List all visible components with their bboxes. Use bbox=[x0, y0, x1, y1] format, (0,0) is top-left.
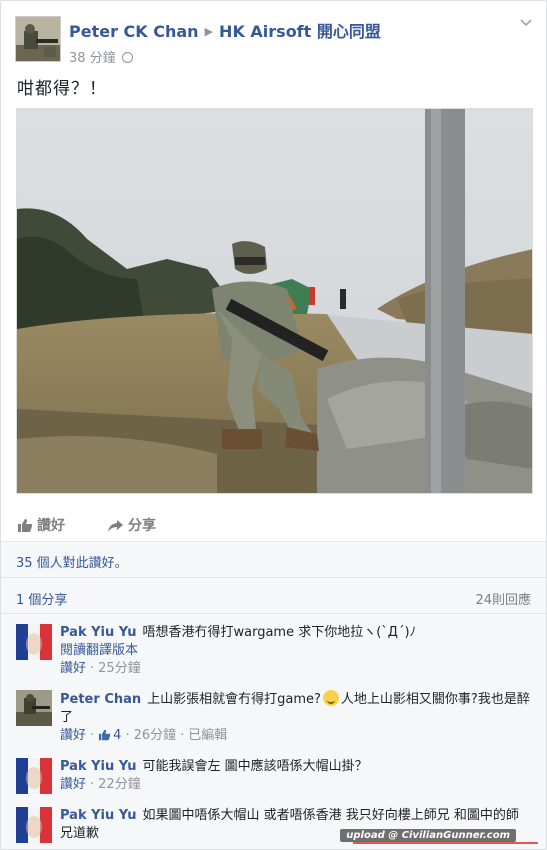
commenter-avatar[interactable] bbox=[16, 690, 52, 726]
share-label: 分享 bbox=[128, 518, 156, 534]
watermark: upload @ CivilianGunner.com bbox=[340, 829, 516, 842]
commenter-name[interactable]: Pak Yiu Yu bbox=[60, 625, 137, 640]
commenter-name[interactable]: Peter Chan bbox=[60, 692, 141, 707]
edited-label[interactable]: 已編輯 bbox=[188, 728, 227, 743]
author-avatar[interactable] bbox=[15, 16, 61, 62]
post-card: Peter CK Chan ▶ HK Airsoft 開心同盟 38 分鐘 咁都得？… bbox=[0, 0, 547, 850]
shares-link[interactable]: 1 個分享 bbox=[16, 593, 67, 608]
comment-body: Pak Yiu Yu 可能我誤會左 圖中應該唔係大帽山掛？ 讚好 · 22分鐘 bbox=[60, 758, 530, 794]
comments-section: Pak Yiu Yu 唔想香港冇得打wargame 求下你地拉ヽ(`Д´)ﾉ 閱讀… bbox=[1, 614, 546, 849]
like-label: 讚好 bbox=[37, 518, 65, 534]
commenter-avatar[interactable] bbox=[16, 758, 52, 794]
comment-text: 唔想香港冇得打wargame 求下你地拉ヽ(`Д´)ﾉ bbox=[142, 625, 417, 640]
commenter-name[interactable]: Pak Yiu Yu bbox=[60, 808, 137, 823]
share-button[interactable]: 分享 bbox=[107, 515, 156, 535]
post-text: 咁都得？！ bbox=[17, 79, 107, 99]
see-translation-link[interactable]: 閱讀翻譯版本 bbox=[60, 642, 530, 660]
separator: · bbox=[90, 777, 95, 792]
comment-text: 可能我誤會左 圖中應該唔係大帽山掛？ bbox=[142, 759, 368, 774]
comment-like-link[interactable]: 讚好 bbox=[60, 777, 86, 792]
comment-meta: 讚好 · 25分鐘 bbox=[60, 660, 530, 678]
post-meta: 38 分鐘 bbox=[69, 47, 381, 66]
separator: · bbox=[180, 728, 185, 743]
separator: · bbox=[90, 728, 95, 743]
commenter-avatar[interactable] bbox=[16, 807, 52, 843]
commenter-name[interactable]: Pak Yiu Yu bbox=[60, 759, 137, 774]
post-actions: 讚好 分享 bbox=[1, 506, 546, 542]
grinning-emoji-icon bbox=[322, 690, 339, 706]
share-arrow-icon bbox=[108, 520, 123, 532]
likes-summary[interactable]: 35 個人對此讚好。 bbox=[1, 542, 546, 578]
post-title-line: Peter CK Chan ▶ HK Airsoft 開心同盟 bbox=[69, 18, 381, 42]
comment-meta: 讚好 · 22分鐘 bbox=[60, 776, 530, 794]
comment-body: Pak Yiu Yu 唔想香港冇得打wargame 求下你地拉ヽ(`Д´)ﾉ 閱讀… bbox=[60, 624, 530, 678]
comment-meta: 讚好 · 4 · 26分鐘 · 已編輯 bbox=[60, 727, 530, 747]
arrow-right-icon: ▶ bbox=[204, 25, 214, 38]
like-button[interactable]: 讚好 bbox=[17, 515, 65, 535]
replies-count[interactable]: 24則回應 bbox=[475, 589, 531, 608]
comment-like-link[interactable]: 讚好 bbox=[60, 728, 86, 743]
like-count-thumb-icon bbox=[98, 729, 111, 747]
group-name[interactable]: HK Airsoft 開心同盟 bbox=[219, 22, 381, 41]
post-photo[interactable] bbox=[16, 108, 533, 494]
comment-text: 上山影張相就會冇得打game? bbox=[147, 692, 321, 707]
post-time[interactable]: 38 分鐘 bbox=[69, 51, 116, 66]
comment-body: Peter Chan 上山影張相就會冇得打game? 人地上山影相又關你事?我也是醉… bbox=[60, 690, 530, 747]
chevron-down-icon[interactable] bbox=[520, 17, 532, 29]
separator: · bbox=[90, 661, 95, 676]
author-name[interactable]: Peter CK Chan bbox=[69, 22, 199, 41]
comment-like-count[interactable]: 4 bbox=[113, 728, 121, 743]
audience-globe-icon[interactable] bbox=[121, 52, 133, 63]
comment-time[interactable]: 22分鐘 bbox=[98, 777, 141, 792]
likes-text[interactable]: 35 個人對此讚好。 bbox=[16, 556, 128, 571]
watermark-underline bbox=[353, 842, 538, 844]
comment-time[interactable]: 26分鐘 bbox=[134, 728, 177, 743]
separator: · bbox=[125, 728, 130, 743]
comment-like-link[interactable]: 讚好 bbox=[60, 661, 86, 676]
comment-time[interactable]: 25分鐘 bbox=[98, 661, 141, 676]
post-header: Peter CK Chan ▶ HK Airsoft 開心同盟 38 分鐘 bbox=[1, 1, 546, 67]
shares-summary: 1 個分享 24則回應 bbox=[1, 578, 546, 614]
header-text: Peter CK Chan ▶ HK Airsoft 開心同盟 38 分鐘 bbox=[69, 18, 381, 66]
commenter-avatar[interactable] bbox=[16, 624, 52, 660]
thumbs-up-icon bbox=[18, 519, 33, 532]
